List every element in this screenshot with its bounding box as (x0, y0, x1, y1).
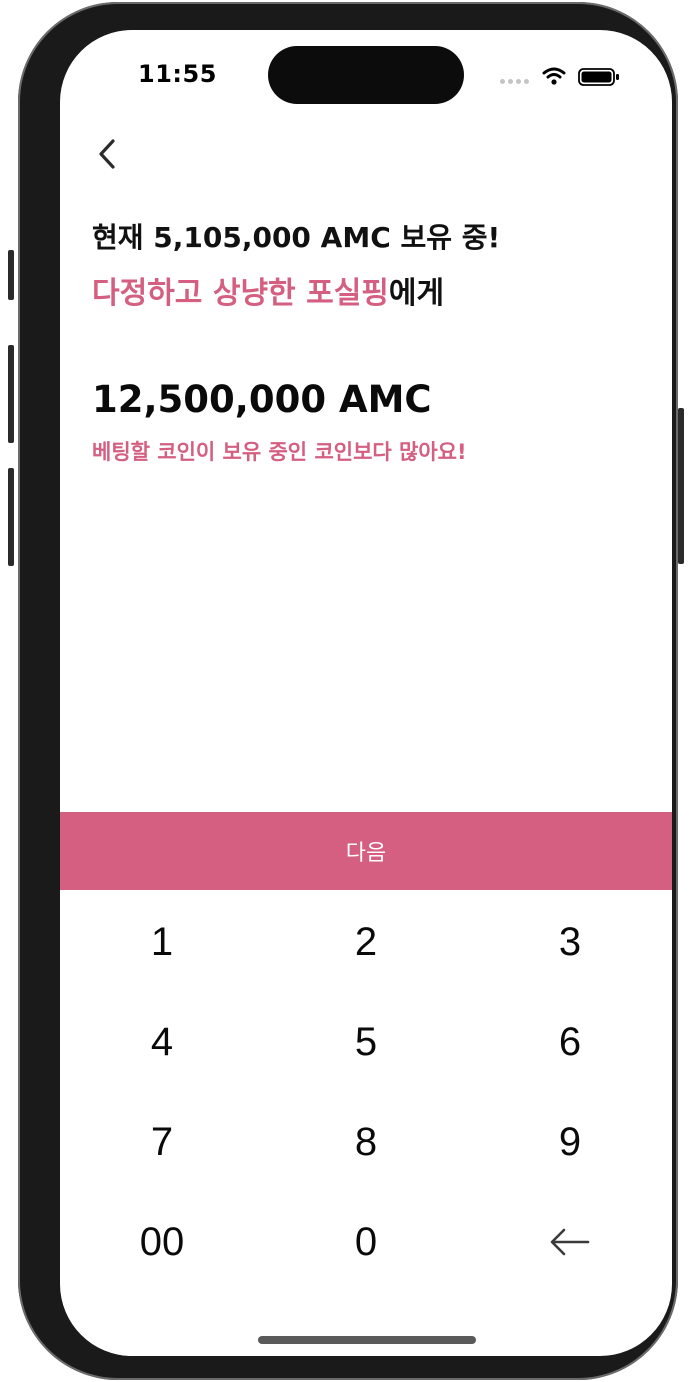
signal-dot (524, 79, 529, 84)
app-screen: 11:55 현재 5,105,000 AMC 보유 중! 다정하고 상냥한 포실… (60, 30, 672, 1356)
wifi-icon (542, 67, 566, 85)
key-5[interactable]: 5 (264, 992, 468, 1092)
back-button[interactable] (90, 136, 126, 172)
key-7[interactable]: 7 (60, 1092, 264, 1192)
key-4[interactable]: 4 (60, 992, 264, 1092)
phone-frame: 11:55 현재 5,105,000 AMC 보유 중! 다정하고 상냥한 포실… (8, 2, 684, 1380)
key-8[interactable]: 8 (264, 1092, 468, 1192)
action-button (8, 250, 14, 300)
balance-text: 현재 5,105,000 AMC 보유 중! (92, 221, 501, 254)
backspace-key[interactable] (468, 1192, 672, 1292)
volume-down-button (8, 468, 14, 566)
recipient-line: 다정하고 상냥한 포실핑에게 (92, 268, 444, 312)
status-time: 11:55 (138, 60, 217, 88)
recipient-name: 다정하고 상냥한 포실핑 (92, 276, 389, 311)
recipient-suffix: 에게 (388, 276, 445, 311)
key-00[interactable]: 00 (60, 1192, 264, 1292)
volume-up-button (8, 345, 14, 443)
signal-dot (508, 79, 513, 84)
dynamic-island (268, 46, 464, 104)
signal-dot (516, 79, 521, 84)
key-0[interactable]: 0 (264, 1192, 468, 1292)
key-6[interactable]: 6 (468, 992, 672, 1092)
key-9[interactable]: 9 (468, 1092, 672, 1192)
battery-icon (578, 68, 619, 86)
key-3[interactable]: 3 (468, 892, 672, 992)
next-button[interactable]: 다음 (60, 812, 672, 890)
chevron-left-icon (99, 139, 115, 169)
backspace-arrow-icon (550, 1228, 590, 1256)
signal-dot (500, 79, 505, 84)
next-button-label: 다음 (345, 841, 387, 866)
status-indicators (498, 64, 622, 88)
number-keypad: 1 2 3 4 5 6 7 8 9 00 0 (60, 892, 672, 1292)
key-1[interactable]: 1 (60, 892, 264, 992)
bet-amount: 12,500,000 AMC (92, 378, 432, 421)
key-2[interactable]: 2 (264, 892, 468, 992)
home-indicator[interactable] (258, 1336, 476, 1344)
warning-message: 베팅할 코인이 보유 중인 코인보다 많아요! (92, 440, 467, 464)
power-button (678, 408, 684, 564)
